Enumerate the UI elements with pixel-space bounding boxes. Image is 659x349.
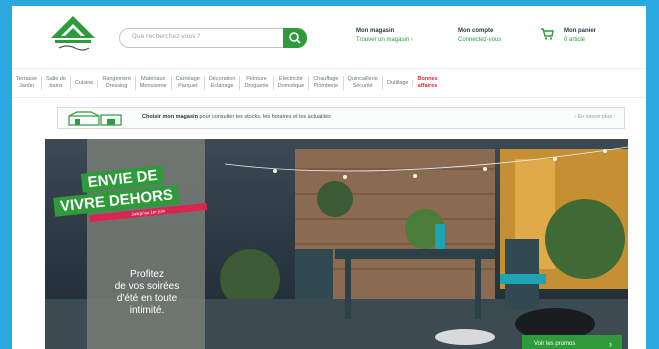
nav-item-peinture-droguerie[interactable]: Peinture Droguerie	[240, 76, 274, 90]
nav-item-terrasse-jardin[interactable]: Terrasse Jardin	[12, 76, 43, 90]
learn-more-link[interactable]: › En savoir plus	[574, 114, 612, 120]
leroy-merlin-logo[interactable]	[45, 14, 101, 54]
cart-count: 0 article	[564, 37, 586, 43]
login-link[interactable]: Connectez-vous	[458, 36, 501, 45]
see-promos-label: Voir les promos	[534, 341, 576, 347]
my-cart-link[interactable]: Mon panier 0 article	[564, 27, 596, 45]
my-store-link[interactable]: Mon magasin Trouver un magasin ›	[356, 27, 413, 45]
search-icon	[289, 32, 301, 44]
nav-item-rangement-dressing[interactable]: Rangement Dressing	[98, 76, 136, 90]
store-building-icon	[68, 111, 122, 126]
nav-item-outillage[interactable]: Outillage	[383, 79, 414, 87]
cart-icon[interactable]	[540, 28, 554, 40]
my-store-title: Mon magasin	[356, 28, 395, 34]
hero-body-text: Profitez de vos soirées d'été en toute i…	[114, 269, 180, 316]
nav-item-chauffage-plomberie[interactable]: Chauffage Plomberie	[309, 76, 344, 90]
search-button[interactable]	[283, 28, 307, 48]
see-promos-button[interactable]: Voir les promos ›	[522, 335, 622, 349]
category-nav: Terrasse Jardin Salle de bains Cuisine R…	[12, 68, 646, 98]
nav-item-electricite-domotique[interactable]: Électricité Domotique	[274, 76, 310, 90]
nav-item-bonnes-affaires[interactable]: Bonnes affaires	[413, 76, 441, 90]
nav-item-decoration-eclairage[interactable]: Décoration Éclairage	[205, 76, 241, 90]
nav-item-materiaux-menuiserie[interactable]: Matériaux Menuiserie	[136, 76, 172, 90]
search-bar[interactable]: Que recherchez-vous ?	[119, 28, 307, 48]
chevron-right-icon: ›	[609, 339, 612, 349]
nav-item-cuisine[interactable]: Cuisine	[71, 79, 99, 87]
nav-item-salle-de-bains[interactable]: Salle de bains	[42, 76, 71, 90]
my-account-title: Mon compte	[458, 28, 494, 34]
page: Que recherchez-vous ? Mon magasin Trouve…	[12, 6, 646, 349]
nav-item-quincaillerie-securite[interactable]: Quincaillerie Sécurité	[344, 76, 383, 90]
find-store-link[interactable]: Trouver un magasin ›	[356, 36, 413, 45]
store-choice-desc: pour consulter les stocks, les horaires …	[197, 114, 331, 120]
search-input[interactable]: Que recherchez-vous ?	[132, 33, 200, 40]
store-choice-bar[interactable]: Choisir mon magasin pour consulter les s…	[57, 107, 625, 129]
hero-banner[interactable]: ENVIE DE VIVRE DEHORS Jusqu'au 1er juin …	[45, 139, 628, 349]
my-account-link[interactable]: Mon compte Connectez-vous	[458, 27, 501, 45]
my-cart-title: Mon panier	[564, 28, 597, 34]
store-choice-lead[interactable]: Choisir mon magasin	[142, 114, 198, 120]
store-choice-text: Choisir mon magasin pour consulter les s…	[142, 114, 331, 120]
nav-item-carrelage-parquet[interactable]: Carrelage Parquet	[172, 76, 205, 90]
